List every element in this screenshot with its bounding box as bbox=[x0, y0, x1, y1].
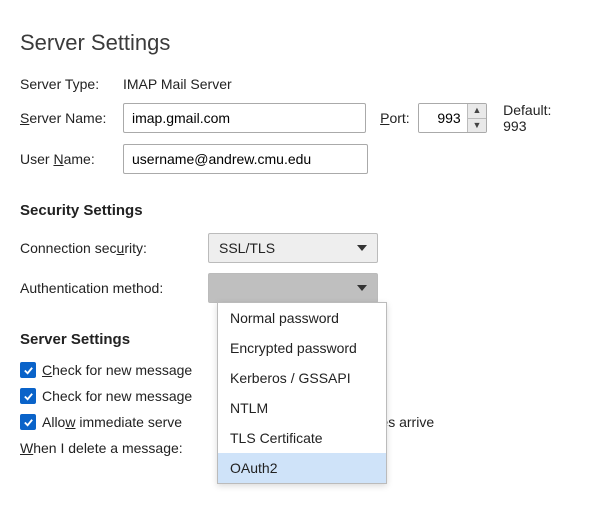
page-title: Server Settings bbox=[20, 30, 578, 56]
auth-option[interactable]: Kerberos / GSSAPI bbox=[218, 363, 386, 393]
check-messages-interval-label: Check for new message bbox=[42, 388, 192, 404]
auth-method-label: Authentication method: bbox=[20, 280, 200, 296]
server-name-input[interactable] bbox=[123, 103, 366, 133]
check-icon bbox=[23, 391, 34, 402]
default-port-label: Default: 993 bbox=[503, 102, 578, 134]
check-messages-interval-checkbox[interactable] bbox=[20, 388, 36, 404]
connection-security-value: SSL/TLS bbox=[219, 240, 275, 256]
auth-method-select[interactable] bbox=[208, 273, 378, 303]
port-up-button[interactable]: ▲ bbox=[468, 104, 486, 119]
connection-security-label: Connection security: bbox=[20, 240, 200, 256]
check-icon bbox=[23, 417, 34, 428]
server-type-value: IMAP Mail Server bbox=[123, 76, 232, 92]
when-delete-label: When I delete a message: bbox=[20, 440, 183, 456]
port-stepper[interactable]: ▲ ▼ bbox=[418, 103, 487, 133]
auth-option[interactable]: NTLM bbox=[218, 393, 386, 423]
auth-option[interactable]: Normal password bbox=[218, 303, 386, 333]
port-label: Port: bbox=[380, 110, 410, 126]
connection-security-select[interactable]: SSL/TLS bbox=[208, 233, 378, 263]
chevron-down-icon bbox=[357, 245, 367, 251]
security-heading: Security Settings bbox=[20, 202, 578, 219]
user-name-label: User Name: bbox=[20, 151, 115, 167]
auth-option[interactable]: OAuth2 bbox=[218, 453, 386, 483]
allow-immediate-checkbox[interactable] bbox=[20, 414, 36, 430]
allow-immediate-label: Allow immediate serve bbox=[42, 414, 182, 430]
check-icon bbox=[23, 365, 34, 376]
chevron-down-icon bbox=[357, 285, 367, 291]
check-messages-startup-checkbox[interactable] bbox=[20, 362, 36, 378]
auth-option[interactable]: TLS Certificate bbox=[218, 423, 386, 453]
port-input[interactable] bbox=[419, 104, 467, 132]
server-name-label: Server Name: bbox=[20, 110, 115, 126]
port-down-button[interactable]: ▼ bbox=[468, 119, 486, 133]
auth-method-dropdown[interactable]: Normal passwordEncrypted passwordKerbero… bbox=[217, 302, 387, 484]
check-messages-startup-label: Check for new message bbox=[42, 362, 192, 378]
server-type-label: Server Type: bbox=[20, 76, 115, 92]
auth-option[interactable]: Encrypted password bbox=[218, 333, 386, 363]
user-name-input[interactable] bbox=[123, 144, 368, 174]
